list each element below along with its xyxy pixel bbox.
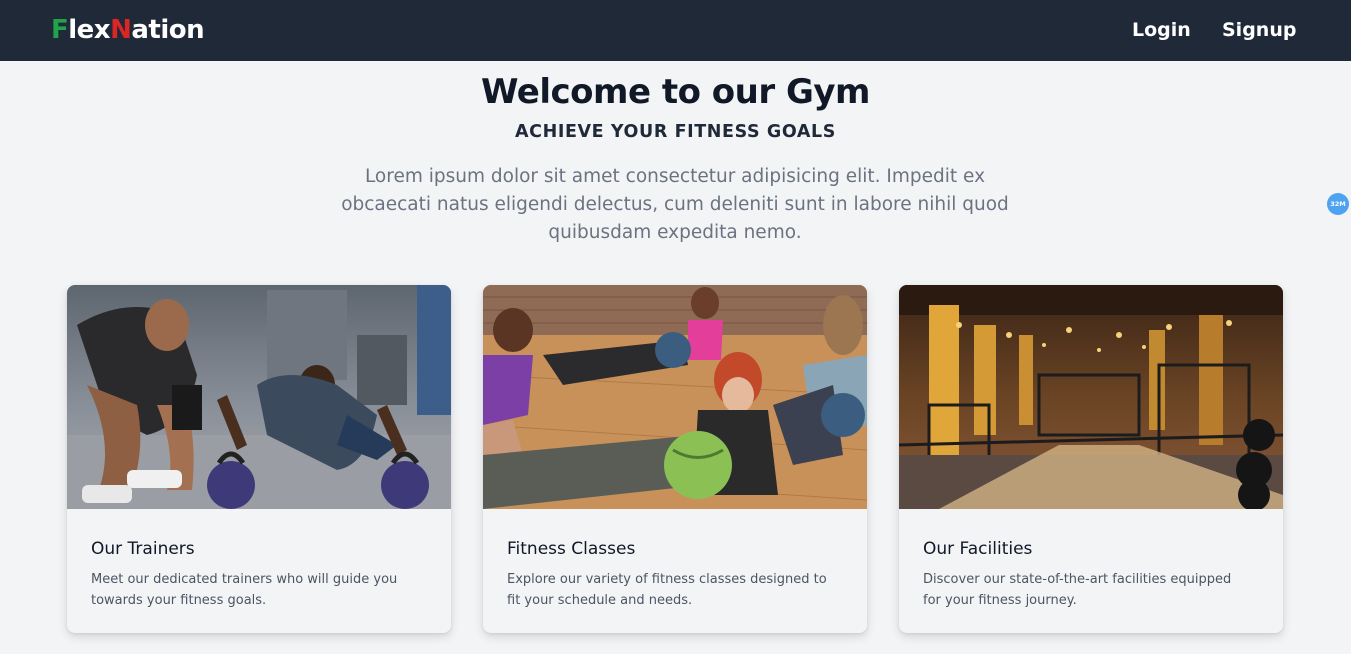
card-trainers[interactable]: Our Trainers Meet our dedicated trainers… [67, 285, 451, 633]
card-facilities[interactable]: Our Facilities Discover our state-of-the… [899, 285, 1283, 633]
brand-logo[interactable]: FlexNation [51, 14, 205, 46]
card-description: Explore our variety of fitness classes d… [507, 572, 827, 608]
group-fitness-class-photo [483, 285, 867, 509]
card-description: Discover our state-of-the-art facilities… [923, 572, 1232, 608]
hero-title: Welcome to our Gym [481, 72, 870, 112]
hero-subtitle: ACHIEVE YOUR FITNESS GOALS [515, 122, 836, 142]
brand-letter-f: F [51, 15, 69, 45]
signup-link[interactable]: Signup [1222, 18, 1296, 42]
card-title: Our Facilities [923, 539, 1033, 559]
card-description: Meet our dedicated trainers who will gui… [91, 572, 398, 608]
navbar: FlexNation Login Signup [0, 0, 1351, 61]
login-link[interactable]: Login [1132, 18, 1191, 42]
card-title: Our Trainers [91, 539, 195, 559]
hero-description: Lorem ipsum dolor sit amet consectetur a… [341, 166, 1009, 243]
brand-text-2: ation [131, 15, 205, 45]
card-title: Fitness Classes [507, 539, 636, 559]
gym-interior-photo [899, 285, 1283, 509]
extension-badge[interactable]: 32M [1327, 193, 1349, 215]
card-fitness-classes[interactable]: Fitness Classes Explore our variety of f… [483, 285, 867, 633]
brand-letter-n: N [110, 15, 132, 45]
brand-text-1: lex [68, 15, 111, 45]
trainer-coaching-pushups-photo [67, 285, 451, 509]
